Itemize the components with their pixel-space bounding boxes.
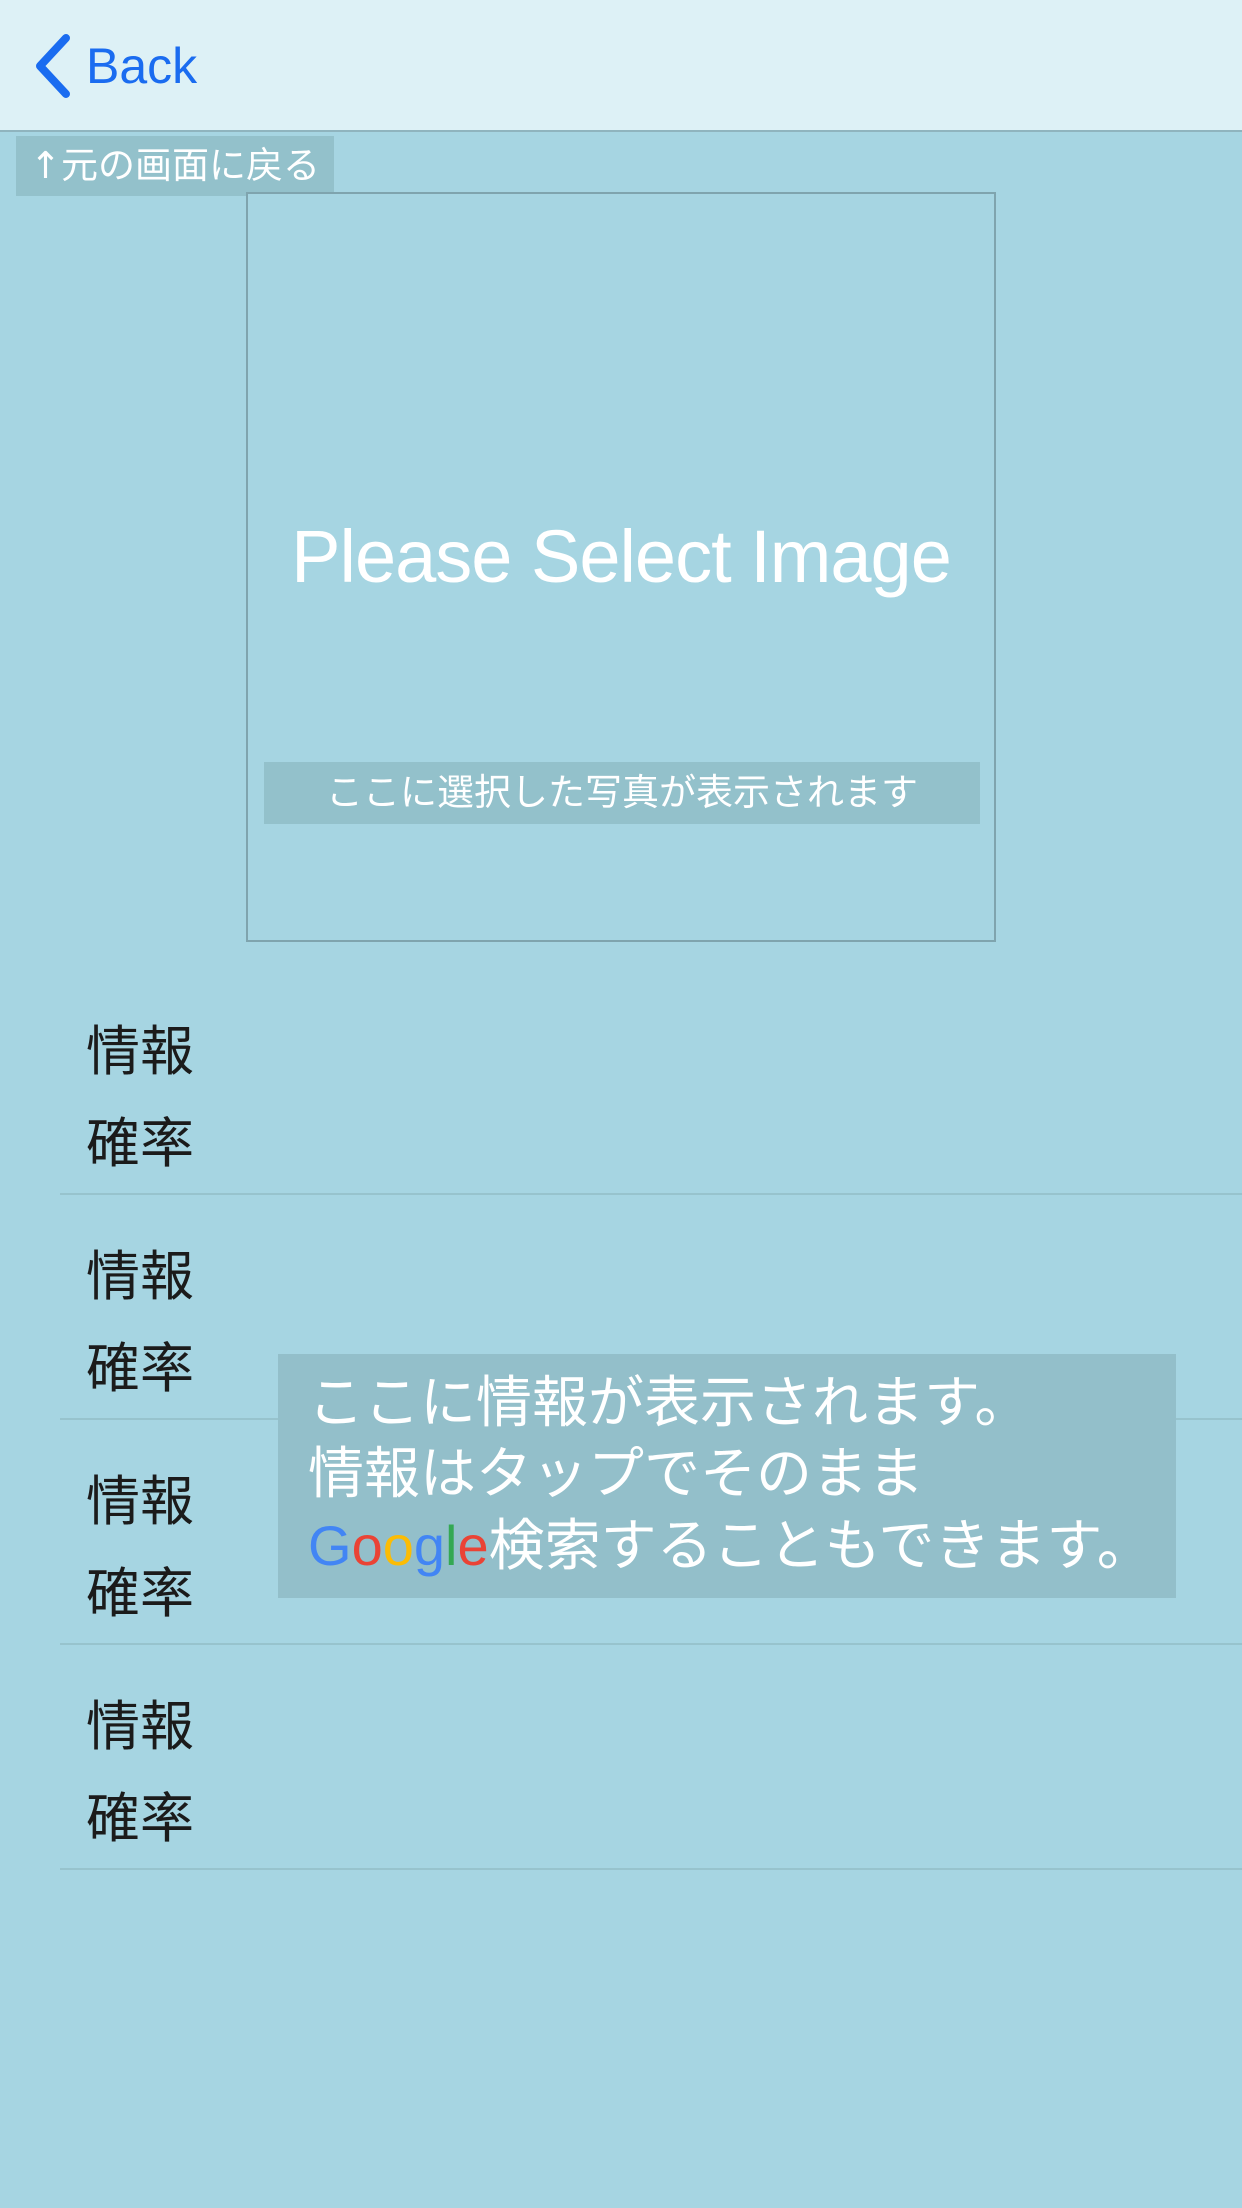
image-placeholder[interactable]: Please Select Image ここに選択した写真が表示されます [246, 192, 996, 942]
result-row[interactable]: 情報 確率 [0, 970, 1242, 1195]
probability-label: 確率 [86, 1562, 194, 1625]
image-hint: ここに選択した写真が表示されます [264, 762, 980, 824]
screen: Back ↑元の画面に戻る Please Select Image ここに選択し… [0, 0, 1242, 2208]
navigation-bar: Back [0, 0, 1242, 132]
info-tooltip-line: Google検索することもできます。 [308, 1514, 1153, 1579]
placeholder-text: Please Select Image [291, 515, 952, 598]
info-label: 情報 [86, 1020, 194, 1083]
chevron-left-icon [32, 34, 72, 98]
google-logo-text: Google [308, 1514, 489, 1577]
return-hint: ↑元の画面に戻る [16, 136, 335, 196]
info-tooltip-line: ここに情報が表示されます。 [308, 1371, 1031, 1436]
info-label: 情報 [86, 1470, 194, 1533]
info-label: 情報 [86, 1695, 194, 1758]
probability-label: 確率 [86, 1112, 194, 1175]
info-label: 情報 [86, 1245, 194, 1308]
probability-label: 確率 [86, 1337, 194, 1400]
result-row[interactable]: 情報 確率 [0, 1645, 1242, 1870]
divider [60, 1868, 1242, 1870]
info-tooltip: ここに情報が表示されます。 情報はタップでそのまま Google検索することもで… [278, 1354, 1176, 1598]
probability-label: 確率 [86, 1787, 194, 1850]
back-button[interactable]: Back [32, 30, 197, 102]
back-label: Back [86, 38, 198, 94]
info-tooltip-line: 情報はタップでそのまま [308, 1442, 924, 1507]
